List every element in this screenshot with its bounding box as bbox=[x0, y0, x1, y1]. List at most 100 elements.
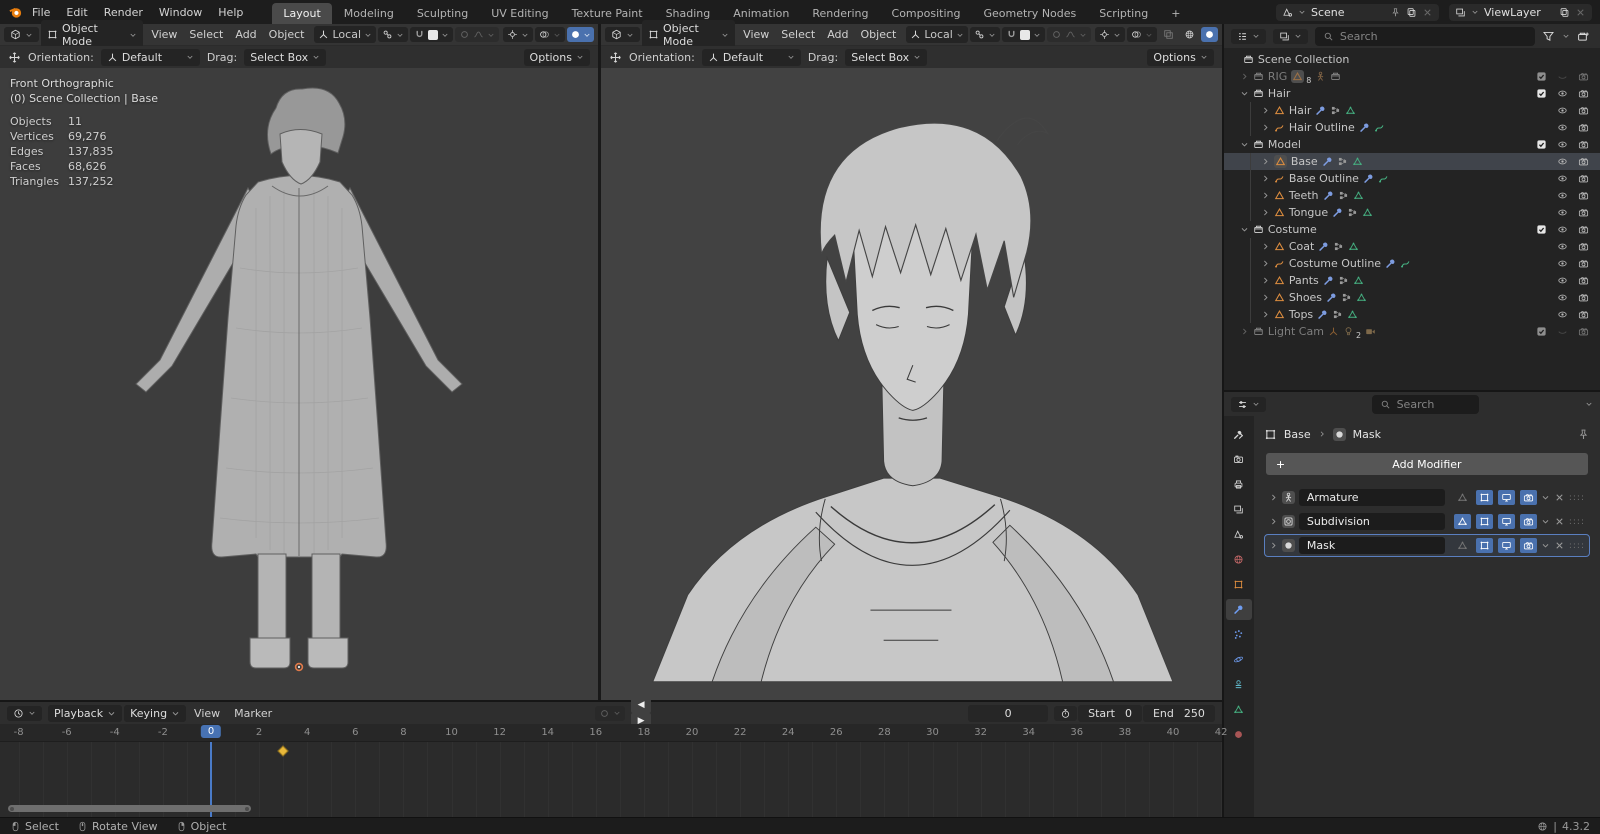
viewport-menu-view[interactable]: View bbox=[737, 26, 775, 43]
outliner-row-costume[interactable]: Costume bbox=[1224, 221, 1600, 238]
frame-end-field[interactable]: End 250 bbox=[1142, 704, 1215, 722]
options-button[interactable]: Options bbox=[1147, 48, 1214, 66]
hide-viewport-toggle[interactable] bbox=[1554, 139, 1571, 150]
workspace-tab-layout[interactable]: Layout bbox=[272, 3, 332, 24]
hide-viewport-toggle[interactable] bbox=[1554, 71, 1571, 82]
properties-tab-particles[interactable] bbox=[1226, 624, 1252, 645]
exclude-checkbox[interactable] bbox=[1533, 326, 1550, 337]
edit-mode-toggle[interactable] bbox=[1475, 490, 1493, 505]
disable-render-toggle[interactable] bbox=[1575, 207, 1592, 218]
menu-edit[interactable]: Edit bbox=[59, 4, 94, 21]
timeline-menu-keying[interactable]: Keying bbox=[124, 704, 187, 722]
editor-type-button[interactable] bbox=[1230, 28, 1266, 44]
disable-render-toggle[interactable] bbox=[1575, 71, 1592, 82]
properties-tab-physics[interactable] bbox=[1226, 649, 1252, 670]
properties-tab-world[interactable] bbox=[1226, 549, 1252, 570]
breadcrumb-object[interactable]: Base bbox=[1284, 428, 1311, 441]
render-toggle[interactable] bbox=[1519, 514, 1537, 529]
duplicate-icon[interactable] bbox=[1406, 7, 1417, 18]
snap-target-icon[interactable] bbox=[1019, 29, 1030, 40]
pivot-point-selector[interactable] bbox=[969, 27, 1000, 42]
disable-render-toggle[interactable] bbox=[1575, 275, 1592, 286]
outliner-row-pants[interactable]: Pants bbox=[1224, 272, 1600, 289]
disable-render-toggle[interactable] bbox=[1575, 224, 1592, 235]
on-cage-toggle[interactable] bbox=[1453, 514, 1471, 529]
render-toggle[interactable] bbox=[1519, 490, 1537, 505]
xray-toggle[interactable] bbox=[1159, 27, 1178, 42]
realtime-toggle[interactable] bbox=[1497, 514, 1515, 529]
move-tool-icon[interactable] bbox=[8, 51, 21, 64]
proportional-edit-controls[interactable] bbox=[1046, 27, 1091, 42]
magnet-icon[interactable] bbox=[1006, 29, 1017, 40]
outliner-row-hair-outline[interactable]: Hair Outline bbox=[1224, 119, 1600, 136]
viewport-menu-object[interactable]: Object bbox=[263, 26, 311, 43]
hide-viewport-toggle[interactable] bbox=[1554, 224, 1571, 235]
chevron-down-icon[interactable] bbox=[1585, 400, 1593, 408]
disable-render-toggle[interactable] bbox=[1575, 122, 1592, 133]
viewport-menu-select[interactable]: Select bbox=[183, 26, 229, 43]
snap-controls[interactable] bbox=[1001, 27, 1045, 42]
current-frame-field[interactable]: 0 bbox=[968, 704, 1049, 722]
hide-viewport-toggle[interactable] bbox=[1554, 292, 1571, 303]
hide-viewport-toggle[interactable] bbox=[1554, 173, 1571, 184]
shading-solid-button[interactable] bbox=[567, 27, 594, 42]
mode-selector[interactable]: Object Mode bbox=[41, 19, 144, 50]
workspace-tab-scripting[interactable]: Scripting bbox=[1088, 3, 1159, 24]
filter-icon[interactable] bbox=[1542, 30, 1555, 43]
properties-tab-view-layer[interactable] bbox=[1226, 499, 1252, 520]
delete-modifier-button[interactable] bbox=[1554, 540, 1565, 551]
realtime-toggle[interactable] bbox=[1497, 490, 1515, 505]
properties-tab-object-data[interactable] bbox=[1226, 699, 1252, 720]
disable-render-toggle[interactable] bbox=[1575, 190, 1592, 201]
outliner-row-teeth[interactable]: Teeth bbox=[1224, 187, 1600, 204]
outliner-row-model[interactable]: Model bbox=[1224, 136, 1600, 153]
move-tool-icon[interactable] bbox=[609, 51, 622, 64]
disable-render-toggle[interactable] bbox=[1575, 88, 1592, 99]
outliner-row-tongue[interactable]: Tongue bbox=[1224, 204, 1600, 221]
properties-tab-render[interactable] bbox=[1226, 449, 1252, 470]
proportional-edit-controls[interactable] bbox=[455, 27, 499, 42]
on-cage-toggle[interactable] bbox=[1454, 490, 1471, 505]
current-frame-indicator[interactable]: 0 bbox=[200, 725, 222, 738]
shading-wireframe-button[interactable] bbox=[1180, 27, 1199, 42]
overlays-controls[interactable] bbox=[535, 27, 565, 42]
viewport-left-canvas[interactable]: Front Orthographic (0) Scene Collection … bbox=[0, 68, 598, 700]
modifier-extras-dropdown[interactable] bbox=[1541, 493, 1550, 502]
hide-viewport-toggle[interactable] bbox=[1554, 88, 1571, 99]
drag-handle[interactable]: :::: bbox=[1569, 517, 1585, 527]
outliner-row-base-outline[interactable]: Base Outline bbox=[1224, 170, 1600, 187]
outliner-row-costume-outline[interactable]: Costume Outline bbox=[1224, 255, 1600, 272]
properties-tab-modifiers[interactable] bbox=[1225, 599, 1252, 620]
workspace-tab-compositing[interactable]: Compositing bbox=[881, 3, 972, 24]
disable-render-toggle[interactable] bbox=[1575, 309, 1592, 320]
orientation-dropdown[interactable]: Default bbox=[100, 48, 200, 66]
auto-keying-toggle[interactable] bbox=[595, 705, 626, 721]
disable-render-toggle[interactable] bbox=[1575, 292, 1592, 303]
viewport-right-canvas[interactable] bbox=[601, 68, 1222, 700]
shading-solid-button[interactable] bbox=[1200, 27, 1218, 42]
timeline-tracks[interactable] bbox=[0, 742, 1222, 817]
close-icon[interactable] bbox=[1422, 7, 1433, 18]
editor-type-button[interactable] bbox=[605, 27, 640, 42]
snap-target-icon[interactable] bbox=[428, 29, 438, 40]
pivot-point-selector[interactable] bbox=[378, 27, 408, 42]
drag-handle[interactable]: :::: bbox=[1569, 541, 1585, 551]
modifier-extras-dropdown[interactable] bbox=[1541, 517, 1550, 526]
orientation-dropdown[interactable]: Default bbox=[701, 48, 801, 66]
exclude-checkbox[interactable] bbox=[1533, 88, 1550, 99]
disable-render-toggle[interactable] bbox=[1575, 326, 1592, 337]
gizmo-controls[interactable] bbox=[1094, 27, 1125, 42]
hide-viewport-toggle[interactable] bbox=[1554, 156, 1571, 167]
display-mode-button[interactable] bbox=[1272, 28, 1308, 44]
hide-viewport-toggle[interactable] bbox=[1554, 241, 1571, 252]
snap-controls[interactable] bbox=[410, 27, 453, 42]
hide-viewport-toggle[interactable] bbox=[1554, 190, 1571, 201]
viewport-menu-add[interactable]: Add bbox=[821, 26, 854, 43]
drag-handle[interactable]: :::: bbox=[1569, 493, 1585, 503]
delete-modifier-button[interactable] bbox=[1554, 492, 1565, 503]
render-toggle[interactable] bbox=[1519, 538, 1537, 553]
properties-tab-output[interactable] bbox=[1226, 474, 1252, 495]
gizmo-controls[interactable] bbox=[503, 27, 533, 42]
workspace-tab-modeling[interactable]: Modeling bbox=[333, 3, 405, 24]
on-cage-toggle[interactable] bbox=[1454, 538, 1471, 553]
